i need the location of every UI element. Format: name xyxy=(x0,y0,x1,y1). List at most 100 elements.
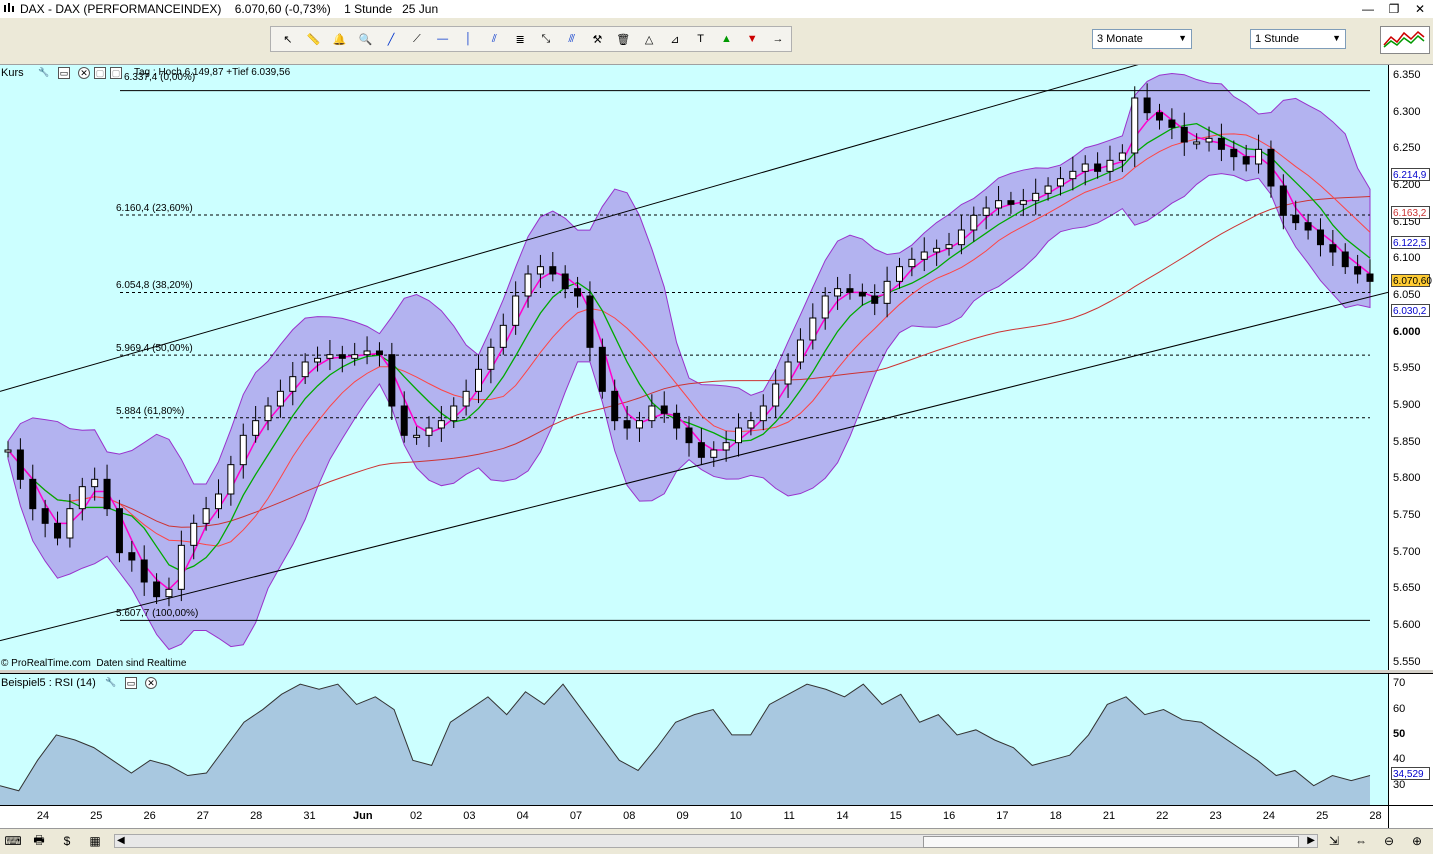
x-tick-label: Jun xyxy=(353,810,373,822)
price-y-axis[interactable]: 6.350 6.300 6.250 6.200 6.150 6.100 6.050 6.000… xyxy=(1388,65,1433,670)
x-tick-label: 25 xyxy=(90,810,103,822)
price-panel[interactable]: Kurs 🔧 ▭ ✕ ▢ ▢ Tag : Hoch 6.149,87 +Tief… xyxy=(0,65,1388,670)
candle-body xyxy=(1032,192,1040,202)
candle-body xyxy=(1193,141,1201,145)
ruler-icon[interactable]: 📏 xyxy=(301,28,327,50)
rsi-panel[interactable]: Beispiel5 : RSI (14) 🔧 ▭ ✕ xyxy=(0,673,1388,806)
candle-body xyxy=(1131,97,1139,154)
candle-body xyxy=(957,229,965,246)
cursor-icon[interactable]: ↖ xyxy=(275,28,301,50)
candle-body xyxy=(388,354,396,407)
x-tick-label: 24 xyxy=(36,810,50,822)
chart-type-button[interactable] xyxy=(1380,26,1430,54)
close-icon[interactable]: ✕ xyxy=(145,677,157,689)
close-icon[interactable]: ✕ xyxy=(78,67,90,79)
next-arrow-icon[interactable]: → xyxy=(765,28,791,50)
grid-icon[interactable]: ▦ xyxy=(86,833,104,849)
rsi-chart[interactable] xyxy=(0,674,1388,806)
collapse-icon[interactable]: ▢ xyxy=(94,67,106,79)
candle-body xyxy=(16,449,24,480)
candle-body xyxy=(1007,200,1015,205)
price-panel-title: Kurs xyxy=(1,67,24,79)
trash-icon[interactable]: 🗑 xyxy=(610,28,636,50)
candle-body xyxy=(1180,126,1188,143)
candle-body xyxy=(598,346,606,392)
candle-body xyxy=(462,390,470,407)
print-icon[interactable]: 🖶 xyxy=(30,833,48,849)
zoom-in-icon[interactable]: ⊕ xyxy=(1408,833,1426,849)
x-tick-label: 08 xyxy=(623,810,636,822)
text-icon[interactable]: T xyxy=(688,28,714,50)
scroll-thumb[interactable] xyxy=(923,836,1299,848)
zoom-out-icon[interactable]: ⊖ xyxy=(1380,833,1398,849)
x-tick-label: 03 xyxy=(463,810,476,822)
candle-body xyxy=(697,442,705,458)
vertical-line-icon[interactable]: │ xyxy=(456,28,482,50)
parallel-icon[interactable]: ⫻ xyxy=(559,28,585,50)
fib-level-label: 6.054,8 (38,20%) xyxy=(116,280,193,292)
price-tick-label: 6.050 xyxy=(1393,289,1421,301)
candle-body xyxy=(165,588,173,598)
x-tick-label: 25 xyxy=(1316,810,1329,822)
candle-body xyxy=(202,508,210,524)
fib-level-label: 6.160,4 (23,60%) xyxy=(116,203,193,215)
x-tick-label: 31 xyxy=(303,810,316,822)
tools-icon[interactable]: ⚒ xyxy=(585,28,611,50)
minimize-button[interactable]: — xyxy=(1355,0,1381,18)
price-tag: 6.163,2 xyxy=(1391,205,1430,219)
zoom-fit-icon[interactable]: ⇔ xyxy=(1352,833,1370,849)
x-tick-label: 07 xyxy=(569,810,583,822)
fib-fan-icon[interactable]: ⊿ xyxy=(662,28,688,50)
candle-body xyxy=(1044,185,1052,194)
price-tag: 6.122,5 xyxy=(1391,235,1430,249)
zoom-icon[interactable]: 🔍 xyxy=(352,28,378,50)
fan-icon[interactable]: ⤡ xyxy=(533,28,559,50)
line-icon[interactable]: ╱ xyxy=(378,28,404,50)
price-chart[interactable] xyxy=(0,65,1388,670)
triangle-icon[interactable]: △ xyxy=(636,28,662,50)
restore-button[interactable]: ❐ xyxy=(1381,0,1407,18)
wrench-icon[interactable]: 🔧 xyxy=(105,677,117,689)
chevron-down-icon: ▼ xyxy=(1178,33,1187,43)
candle-body xyxy=(586,295,594,348)
channel-icon[interactable]: ⫽ xyxy=(481,28,507,50)
candle-body xyxy=(1267,148,1275,187)
candle-body xyxy=(512,295,520,326)
candle-body xyxy=(1106,159,1114,172)
close-button[interactable]: ✕ xyxy=(1407,0,1433,18)
x-tick-label: 22 xyxy=(1156,810,1169,822)
fit-icon[interactable]: ⇲ xyxy=(1325,833,1343,849)
fibonacci-icon[interactable]: ≣ xyxy=(507,28,533,50)
candle-body xyxy=(1341,251,1349,268)
sell-arrow-icon[interactable]: ▼ xyxy=(739,28,765,50)
candle-body xyxy=(871,295,879,304)
price-tick-label: 6.100 xyxy=(1393,252,1421,265)
period-select[interactable]: 3 Monate ▼ xyxy=(1092,29,1192,49)
wrench-icon[interactable]: 🔧 xyxy=(38,67,50,79)
time-x-axis[interactable]: 24 25 26 27 28 31 Jun 02 03 04 07 08 09 10 11 14 15 16 17 1… xyxy=(0,805,1388,828)
expand-icon[interactable]: ▢ xyxy=(110,67,122,79)
scroll-left-icon[interactable]: ◀ xyxy=(117,835,125,846)
candle-body xyxy=(252,420,260,436)
dollar-icon[interactable]: $ xyxy=(58,833,76,849)
candle-body xyxy=(91,478,99,488)
period-select-value: 3 Monate xyxy=(1097,33,1143,45)
horizontal-line-icon[interactable]: — xyxy=(430,28,456,50)
candle-body xyxy=(1205,137,1213,143)
interval-select[interactable]: 1 Stunde ▼ xyxy=(1250,29,1346,49)
alarm-icon[interactable]: 🔔 xyxy=(327,28,353,50)
window-titlebar: DAX - DAX (PERFORMANCEINDEX) 6.070,60 (-… xyxy=(0,0,1433,19)
segment-icon[interactable]: ⟋ xyxy=(404,28,430,50)
candle-body xyxy=(66,508,74,539)
buy-arrow-icon[interactable]: ▲ xyxy=(714,28,740,50)
keyboard-icon[interactable]: ⌨ xyxy=(4,833,22,849)
time-scrollbar[interactable]: ◀ ▶ xyxy=(114,834,1318,848)
candle-body xyxy=(759,405,767,422)
scroll-right-icon[interactable]: ▶ xyxy=(1307,835,1315,846)
candle-body xyxy=(784,361,792,385)
window-icon[interactable]: ▭ xyxy=(58,67,70,79)
rsi-current-tag: 34,529 xyxy=(1391,767,1430,780)
candle-body xyxy=(772,383,780,407)
rsi-y-axis[interactable]: 70 60 50 40 30 34,529 xyxy=(1388,673,1433,806)
window-icon[interactable]: ▭ xyxy=(125,677,137,689)
